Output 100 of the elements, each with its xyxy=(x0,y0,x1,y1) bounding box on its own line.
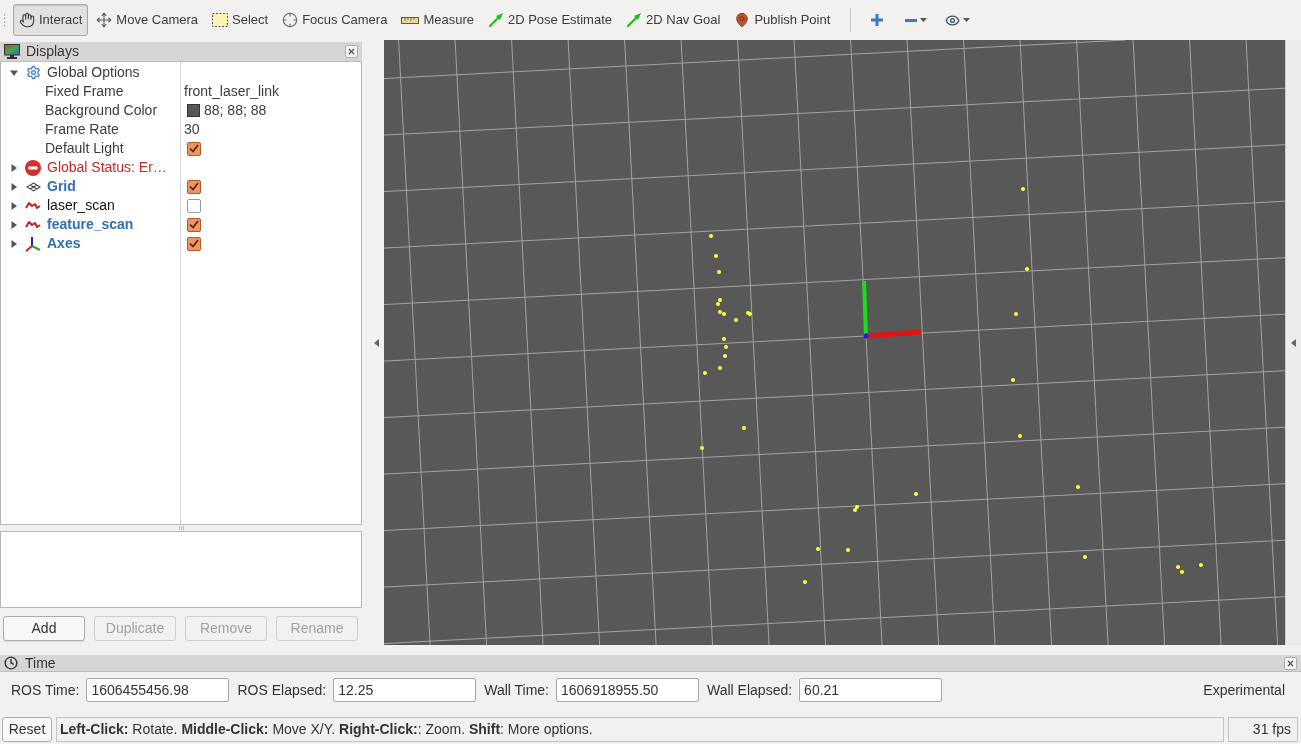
field-label: Wall Elapsed: xyxy=(707,680,793,700)
time-field[interactable]: 60.21 xyxy=(799,678,943,702)
property-value[interactable]: 88; 88; 88 xyxy=(200,100,267,121)
expand-arrow-icon[interactable] xyxy=(10,182,18,191)
display-label[interactable]: laser_scan xyxy=(47,195,115,216)
property-value[interactable]: 30 xyxy=(181,119,200,140)
close-icon xyxy=(347,47,356,56)
scan-point xyxy=(700,446,704,450)
axes-drawing xyxy=(862,280,922,339)
caret-icon xyxy=(920,18,928,22)
tool-button[interactable]: Interact xyxy=(13,4,89,36)
scan-point xyxy=(1018,434,1022,438)
checkbox[interactable] xyxy=(187,141,201,156)
tool-button[interactable]: 2D Pose Estimate xyxy=(481,4,618,36)
scan-point xyxy=(703,371,707,375)
time-field[interactable]: 1606918955.50 xyxy=(556,678,699,702)
minus-icon xyxy=(905,18,918,22)
property-label: Background Color xyxy=(45,101,158,120)
eye-icon xyxy=(945,12,961,28)
four-arrow-icon xyxy=(96,12,113,28)
toolbar-grip-icon[interactable] xyxy=(3,13,6,27)
property-label: Frame Rate xyxy=(45,120,119,139)
checkbox[interactable] xyxy=(187,217,201,232)
scan-point xyxy=(803,580,807,584)
scan-point xyxy=(816,547,820,551)
clock-icon xyxy=(4,656,18,670)
scan-point xyxy=(1014,312,1018,316)
close-button[interactable] xyxy=(345,45,358,58)
ruler-icon xyxy=(401,16,420,24)
grid-icon xyxy=(25,181,41,192)
time-field[interactable]: 12.25 xyxy=(333,678,477,702)
scan-point xyxy=(1083,555,1087,559)
check-icon xyxy=(189,182,199,191)
scan-point xyxy=(723,354,727,358)
check-icon xyxy=(189,144,199,153)
tool-button[interactable]: Select xyxy=(206,4,275,36)
status-hint: Left-Click: Rotate. Middle-Click: Move X/Y. Right-Click:: Zoom. Shift: More options. xyxy=(56,716,1224,742)
display-label[interactable]: feature_scan xyxy=(47,214,134,235)
tool-button[interactable]: Publish Point xyxy=(728,4,837,36)
property-label: Fixed Frame xyxy=(45,82,124,101)
tool-button[interactable]: 2D Nav Goal xyxy=(620,4,727,36)
panel-button[interactable]: Add xyxy=(3,616,85,641)
scan-point xyxy=(1021,187,1025,191)
collapse-arrow-icon[interactable] xyxy=(1291,338,1296,347)
tool-button[interactable]: Move Camera xyxy=(90,4,204,36)
property-label: Default Light xyxy=(45,139,124,158)
diagonal-arrow-icon xyxy=(487,12,504,28)
display-label[interactable]: Grid xyxy=(47,176,76,197)
axes-icon xyxy=(25,235,41,252)
expand-arrow-icon[interactable] xyxy=(10,220,18,229)
collapse-arrow-icon[interactable] xyxy=(373,338,379,347)
plus-icon xyxy=(871,14,884,26)
crosshair-icon xyxy=(282,12,299,28)
dashed-square-icon xyxy=(212,13,228,27)
fps-counter: 31 fps xyxy=(1228,716,1298,742)
expand-arrow-icon[interactable] xyxy=(10,239,18,248)
close-button[interactable] xyxy=(1284,656,1297,670)
tool-button[interactable]: Focus Camera xyxy=(276,4,394,36)
display-label[interactable]: Global Options xyxy=(47,62,140,83)
scan-point xyxy=(718,366,722,370)
property-value[interactable]: front_laser_link xyxy=(181,81,279,102)
hand-icon xyxy=(19,12,35,28)
field-label: ROS Elapsed: xyxy=(237,680,327,700)
splitter-handle-icon[interactable] xyxy=(179,526,184,530)
close-icon xyxy=(1286,658,1295,668)
scan-point xyxy=(1011,378,1015,382)
experimental-label[interactable]: Experimental xyxy=(1203,679,1285,701)
reset-button[interactable]: Reset xyxy=(2,716,52,742)
diagonal-arrow-icon xyxy=(626,12,642,28)
scan-point xyxy=(1199,563,1203,567)
scan-point xyxy=(724,345,728,349)
display-label[interactable]: Global Status: Er… xyxy=(47,157,167,178)
expand-arrow-icon[interactable] xyxy=(10,201,18,210)
scan-point xyxy=(709,234,713,238)
scan-point xyxy=(742,426,746,430)
gear-icon xyxy=(25,65,41,80)
scan-point xyxy=(1076,485,1080,489)
panel-title: Time xyxy=(25,653,56,673)
expand-arrow-icon[interactable] xyxy=(10,68,18,77)
field-label: ROS Time: xyxy=(11,680,80,700)
caret-icon xyxy=(963,18,971,22)
display-label[interactable]: Axes xyxy=(47,233,81,254)
field-label: Wall Time: xyxy=(484,680,549,700)
monitor-icon xyxy=(4,44,20,59)
scan-point xyxy=(846,548,850,552)
map-pin-icon xyxy=(734,12,751,28)
time-field[interactable]: 1606455456.98 xyxy=(86,678,230,702)
scan-point xyxy=(914,492,918,496)
expand-arrow-icon[interactable] xyxy=(10,163,18,172)
tool-button[interactable]: Measure xyxy=(395,4,480,36)
squiggle-icon xyxy=(25,201,41,210)
panel-title: Displays xyxy=(26,42,79,61)
scan-point xyxy=(734,318,738,322)
checkbox[interactable] xyxy=(187,236,201,251)
checkbox[interactable] xyxy=(187,179,201,194)
scan-point xyxy=(717,270,721,274)
scan-point xyxy=(714,254,718,258)
scan-point xyxy=(722,337,726,341)
checkbox[interactable] xyxy=(187,198,201,213)
color-swatch-icon[interactable] xyxy=(187,104,200,117)
